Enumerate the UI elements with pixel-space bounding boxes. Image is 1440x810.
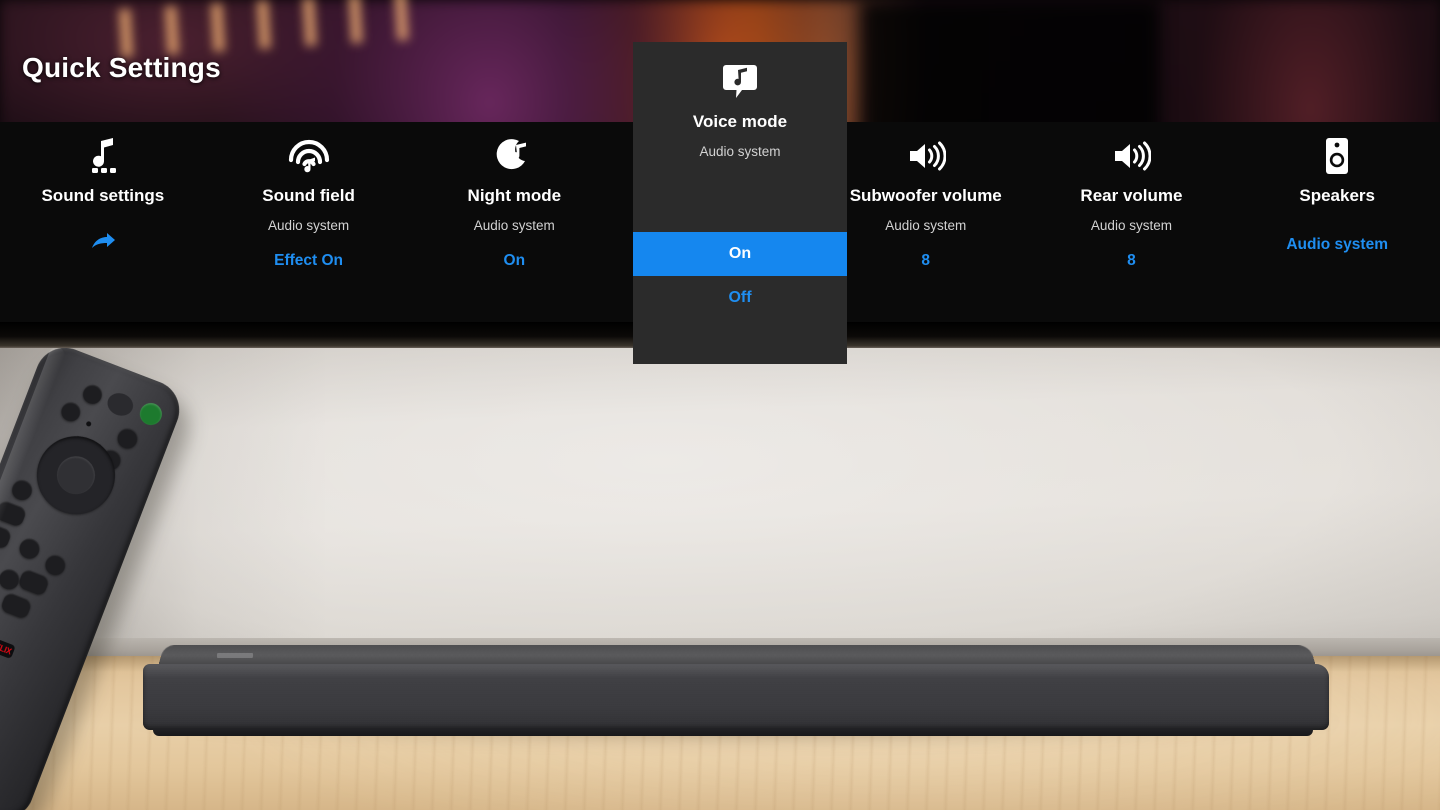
- remote-power-button: [136, 399, 166, 429]
- remote-channel-down-button: [0, 591, 33, 620]
- page-title: Quick Settings: [22, 52, 221, 83]
- quick-setting-speakers[interactable]: Speakers Audio system: [1234, 122, 1440, 322]
- quick-setting-label: Subwoofer volume: [849, 186, 1002, 205]
- quick-setting-subtitle: Audio system: [885, 218, 967, 233]
- quick-setting-value: 8: [1127, 252, 1136, 269]
- night-mode-moon-note-icon: [492, 134, 536, 178]
- quick-setting-sound-settings[interactable]: Sound settings: [0, 122, 206, 322]
- quick-setting-label: Speakers: [1299, 186, 1375, 205]
- shortcut-arrow-icon: [90, 232, 116, 252]
- remote-mic-hole: [85, 420, 92, 428]
- remote-back-button: [58, 399, 84, 424]
- quick-setting-value: Effect On: [274, 252, 344, 269]
- quick-setting-rear-volume[interactable]: Rear volume Audio system 8: [1029, 122, 1235, 322]
- quick-setting-label: Sound settings: [41, 186, 165, 205]
- soundbar-highlight: [143, 664, 1329, 678]
- soundbar-brand-logo: [216, 653, 254, 658]
- quick-setting-label: Sound field: [262, 186, 355, 205]
- quick-setting-night-mode[interactable]: Night mode Audio system On: [411, 122, 617, 322]
- quick-setting-value: On: [503, 252, 526, 269]
- screenshot-root: BRAVIA CORE NETFLIX Disney+ prime video …: [0, 0, 1440, 810]
- voice-mode-dropdown-title: Voice mode: [692, 112, 788, 131]
- quick-setting-sound-field[interactable]: Sound field Audio system Effect On: [206, 122, 412, 322]
- remote-volume-down-button: [0, 521, 13, 550]
- quick-setting-label: Night mode: [467, 186, 562, 205]
- voice-mode-bubble-note-icon: [718, 60, 762, 104]
- quick-setting-subtitle: Audio system: [473, 218, 555, 233]
- speaker-volume-icon: [1109, 134, 1153, 178]
- quick-setting-value: 8: [921, 252, 931, 269]
- sound-field-icon: [287, 134, 331, 178]
- voice-mode-dropdown-tail: [633, 320, 847, 364]
- soundbar-device: [143, 644, 1329, 736]
- remote-touchpad: [104, 389, 137, 420]
- remote-mute-button: [0, 566, 23, 593]
- voice-mode-option-on[interactable]: On: [633, 232, 847, 276]
- voice-mode-dropdown-header: Voice mode Audio system: [633, 42, 847, 232]
- quick-setting-subtitle: Audio system: [268, 218, 350, 233]
- remote-netflix-label: NETFLIX: [0, 636, 13, 656]
- remote-netflix-button: NETFLIX: [0, 633, 16, 660]
- speaker-cabinet-icon: [1315, 134, 1359, 178]
- voice-mode-dropdown-subtitle: Audio system: [699, 144, 781, 159]
- voice-mode-dropdown[interactable]: Voice mode Audio system On Off: [633, 42, 847, 364]
- quick-setting-value: Audio system: [1286, 236, 1388, 253]
- quick-setting-subtitle: Audio system: [1090, 218, 1172, 233]
- remote-google-assistant-button: [16, 535, 43, 562]
- voice-mode-option-off[interactable]: Off: [633, 276, 847, 320]
- soundbar-base: [153, 728, 1313, 736]
- quick-setting-label: Rear volume: [1080, 186, 1183, 205]
- speaker-volume-icon: [904, 134, 948, 178]
- remote-guide-button: [42, 551, 69, 578]
- remote-tv-button: [80, 382, 105, 407]
- music-note-settings-icon: [81, 134, 125, 178]
- remote-channel-up-button: [17, 567, 51, 597]
- remote-home-button: [9, 477, 36, 503]
- remote-mic-button: [114, 425, 141, 452]
- quick-setting-subwoofer-volume[interactable]: Subwoofer volume Audio system 8: [823, 122, 1029, 322]
- remote-volume-up-button: [0, 499, 28, 528]
